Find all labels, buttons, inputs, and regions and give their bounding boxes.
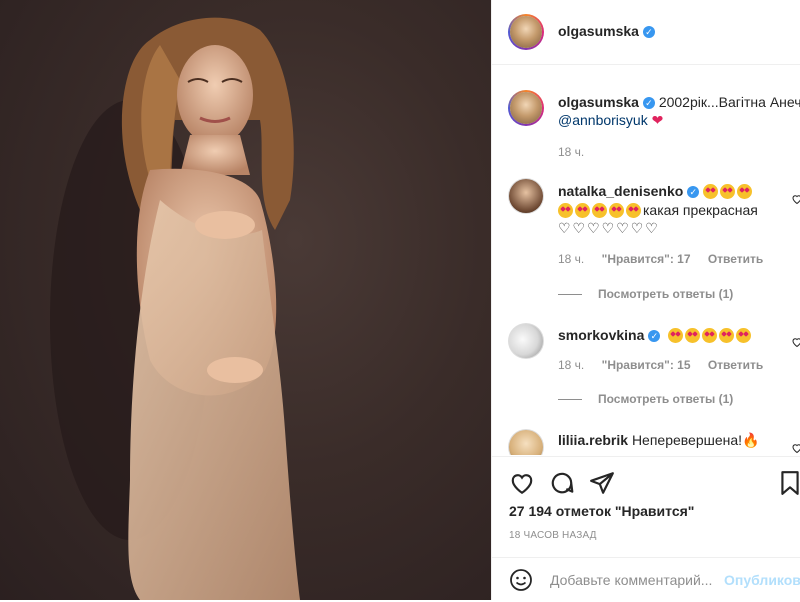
comment-2-reply[interactable]: Ответить bbox=[708, 358, 763, 372]
comment-like-icon[interactable] bbox=[791, 192, 800, 205]
photo-illustration bbox=[50, 17, 300, 600]
star-struck-emojis bbox=[558, 201, 643, 219]
comment-2-time[interactable]: 18 ч. bbox=[558, 358, 584, 372]
comment-1-reply[interactable]: Ответить bbox=[708, 252, 763, 266]
header-username[interactable]: olgasumska bbox=[558, 23, 639, 39]
comment-1-username[interactable]: natalka_denisenko bbox=[558, 183, 683, 199]
comment-1-line2: какая прекрасная bbox=[558, 201, 758, 219]
comment-2-username[interactable]: smorkovkina bbox=[558, 327, 644, 343]
comment-2-view-replies[interactable]: Посмотреть ответы (1) bbox=[558, 392, 733, 406]
comment-2-meta: 18 ч. "Нравится": 15 Ответить bbox=[558, 358, 763, 372]
comment-2-line1: smorkovkina ✓ bbox=[558, 326, 753, 344]
bookmark-icon[interactable] bbox=[779, 470, 800, 501]
post-sidebar: olgasumska ✓ olgasumska ✓ 2002рік...Вагітн… bbox=[491, 0, 800, 600]
add-comment-bar: Добавьте комментарий... Опубликовать bbox=[492, 557, 800, 602]
view-replies-label: Посмотреть ответы (1) bbox=[598, 287, 734, 301]
comment-1-view-replies[interactable]: Посмотреть ответы (1) bbox=[558, 287, 733, 301]
heart-icon[interactable] bbox=[509, 470, 535, 501]
likes-count[interactable]: 27 194 отметок "Нравится" bbox=[509, 503, 694, 519]
comment-avatar[interactable] bbox=[508, 323, 544, 359]
comment-2-likes[interactable]: "Нравится": 15 bbox=[602, 358, 691, 372]
view-replies-label: Посмотреть ответы (1) bbox=[598, 392, 734, 406]
comment-1-text: какая прекрасная bbox=[643, 202, 758, 218]
verified-icon: ✓ bbox=[642, 25, 655, 38]
divider-line bbox=[558, 294, 582, 296]
comment-1-time[interactable]: 18 ч. bbox=[558, 252, 584, 266]
post-actions: 27 194 отметок "Нравится" 18 ЧАСОВ НАЗАД… bbox=[492, 456, 800, 601]
comment-3-username[interactable]: liliia.rebrik bbox=[558, 432, 628, 448]
fire-icon: 🔥 bbox=[742, 432, 760, 448]
caption-line1: olgasumska ✓ 2002рік...Вагітна Анеч bbox=[558, 93, 800, 111]
verified-icon: ✓ bbox=[648, 330, 661, 343]
star-struck-emojis bbox=[668, 326, 753, 344]
publish-button[interactable]: Опубликовать bbox=[724, 572, 800, 588]
post-time-ago[interactable]: 18 ЧАСОВ НАЗАД bbox=[509, 530, 597, 541]
comments-list[interactable]: olgasumska ✓ 2002рік...Вагітна Анеч @annb… bbox=[492, 65, 800, 455]
caption-username[interactable]: olgasumska bbox=[558, 94, 639, 110]
header-avatar[interactable] bbox=[508, 14, 544, 50]
share-icon[interactable] bbox=[589, 470, 615, 501]
comment-3-text: Неперевершена! bbox=[631, 432, 743, 448]
caption-line2: @annborisyuk ❤ bbox=[558, 111, 663, 129]
caption-mention[interactable]: @annborisyuk bbox=[558, 112, 648, 128]
comment-avatar[interactable] bbox=[508, 178, 544, 214]
header-user: olgasumska ✓ bbox=[558, 23, 655, 41]
comment-like-icon[interactable] bbox=[791, 335, 800, 348]
divider-line bbox=[558, 399, 582, 401]
comment-avatar[interactable] bbox=[508, 429, 544, 455]
comment-input[interactable]: Добавьте комментарий... bbox=[550, 572, 712, 588]
verified-icon: ✓ bbox=[687, 186, 700, 199]
comment-icon[interactable] bbox=[549, 470, 575, 501]
caption-time[interactable]: 18 ч. bbox=[558, 145, 584, 159]
post-header: olgasumska ✓ bbox=[492, 0, 800, 65]
red-heart-icon: ❤ bbox=[651, 112, 664, 128]
outline-hearts: ♡♡♡♡♡♡♡ bbox=[558, 220, 660, 236]
caption-avatar[interactable] bbox=[508, 90, 544, 126]
verified-icon: ✓ bbox=[642, 97, 655, 110]
star-struck-emojis bbox=[703, 182, 754, 200]
caption-text: 2002рік...Вагітна Анеч bbox=[658, 94, 800, 110]
post-photo[interactable] bbox=[0, 0, 491, 600]
comment-3-line1: liliia.rebrik Неперевершена!🔥 bbox=[558, 431, 760, 449]
comment-1-likes[interactable]: "Нравится": 17 bbox=[602, 252, 691, 266]
smile-icon[interactable] bbox=[509, 568, 533, 597]
comment-1-line1: natalka_denisenko ✓ bbox=[558, 182, 754, 200]
comment-1-meta: 18 ч. "Нравится": 17 Ответить bbox=[558, 252, 763, 266]
comment-like-icon[interactable] bbox=[791, 441, 800, 454]
